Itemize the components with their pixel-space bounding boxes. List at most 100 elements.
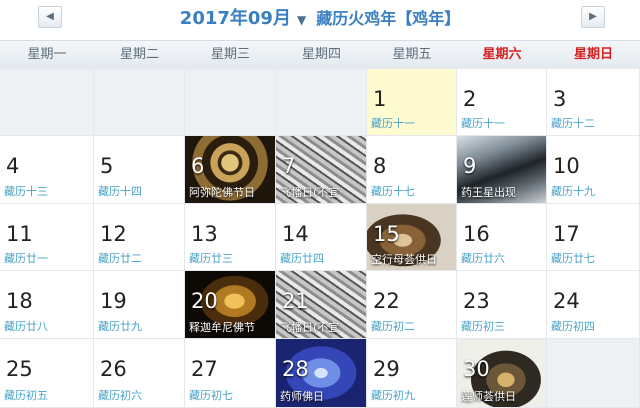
day-number: 12 bbox=[100, 222, 127, 246]
weekday-label: 星期五 bbox=[392, 47, 432, 62]
tibetan-date-label: 藏历廿一 bbox=[4, 252, 48, 265]
empty-day-cell bbox=[547, 339, 640, 408]
festival-day-cell[interactable]: 7 飞幡日(不宜 bbox=[276, 136, 367, 204]
day-cell[interactable]: 16 藏历廿六 bbox=[457, 204, 547, 271]
festival-label: 莲师荟供日 bbox=[461, 390, 516, 403]
festival-label: 释迦牟尼佛节 bbox=[189, 321, 255, 334]
empty-day-cell bbox=[276, 69, 367, 136]
weekday-header-row: 星期一 星期二 星期三 星期四 星期五 星期六 星期日 bbox=[0, 40, 640, 70]
day-number: 20 bbox=[191, 289, 218, 313]
day-number: 3 bbox=[553, 87, 567, 111]
weekday-label: 星期二 bbox=[119, 47, 159, 62]
tibetan-date-label: 藏历十九 bbox=[551, 185, 595, 198]
lunar-year-label: 藏历火鸡年【鸡年】 bbox=[316, 9, 461, 28]
day-cell[interactable]: 2 藏历十一 bbox=[457, 69, 547, 136]
day-number: 1 bbox=[373, 87, 387, 111]
next-month-button[interactable]: ▶ bbox=[581, 6, 605, 28]
day-cell[interactable]: 25 藏历初五 bbox=[0, 339, 94, 408]
day-number: 4 bbox=[6, 154, 20, 178]
tibetan-date-label: 藏历初四 bbox=[551, 320, 595, 333]
day-number: 10 bbox=[553, 154, 580, 178]
empty-day-cell bbox=[185, 69, 276, 136]
day-number: 25 bbox=[6, 357, 33, 381]
day-cell[interactable]: 12 藏历廿二 bbox=[94, 204, 185, 271]
day-number: 23 bbox=[463, 289, 490, 313]
day-cell[interactable]: 11 藏历廿一 bbox=[0, 204, 94, 271]
day-number: 27 bbox=[191, 357, 218, 381]
day-number: 29 bbox=[373, 357, 400, 381]
day-cell[interactable]: 17 藏历廿七 bbox=[547, 204, 640, 271]
festival-day-cell[interactable]: 21 飞幡日(不宜 bbox=[276, 271, 367, 339]
day-cell[interactable]: 13 藏历廿三 bbox=[185, 204, 276, 271]
month-selector[interactable]: 2017年09月 bbox=[180, 8, 291, 29]
empty-day-cell bbox=[0, 69, 94, 136]
empty-day-cell bbox=[94, 69, 185, 136]
tibetan-date-label: 藏历初九 bbox=[371, 389, 415, 402]
day-number: 16 bbox=[463, 222, 490, 246]
tibetan-date-label: 藏历廿九 bbox=[98, 320, 142, 333]
arrow-right-icon: ▶ bbox=[589, 11, 597, 22]
festival-day-cell[interactable]: 28 药师佛日 bbox=[276, 339, 367, 408]
festival-day-cell[interactable]: 6 阿弥陀佛节日 bbox=[185, 136, 276, 204]
day-cell[interactable]: 29 藏历初九 bbox=[367, 339, 457, 408]
day-cell[interactable]: 19 藏历廿九 bbox=[94, 271, 185, 339]
festival-label: 药王星出现 bbox=[461, 186, 516, 199]
calendar-grid: 1 藏历十一 2 藏历十一 3 藏历十二 4 藏历十三 5 藏历十四 6 阿弥陀佛节日 7 飞幡日(不宜 8… bbox=[0, 69, 640, 408]
festival-label: 药师佛日 bbox=[280, 390, 324, 403]
tibetan-date-label: 藏历廿八 bbox=[4, 320, 48, 333]
day-cell[interactable]: 24 藏历初四 bbox=[547, 271, 640, 339]
day-cell[interactable]: 18 藏历廿八 bbox=[0, 271, 94, 339]
weekday-label: 星期三 bbox=[210, 47, 250, 62]
tibetan-date-label: 藏历十二 bbox=[551, 117, 595, 130]
day-cell[interactable]: 5 藏历十四 bbox=[94, 136, 185, 204]
tibetan-date-label: 藏历十七 bbox=[371, 185, 415, 198]
weekday-label: 星期一 bbox=[27, 47, 67, 62]
day-cell[interactable]: 14 藏历廿四 bbox=[276, 204, 367, 271]
tibetan-date-label: 藏历十一 bbox=[371, 117, 415, 130]
tibetan-date-label: 藏历初二 bbox=[371, 320, 415, 333]
today-cell[interactable]: 1 藏历十一 bbox=[367, 69, 457, 136]
tibetan-date-label: 藏历廿三 bbox=[189, 252, 233, 265]
day-number: 18 bbox=[6, 289, 33, 313]
tibetan-date-label: 藏历初七 bbox=[189, 389, 233, 402]
festival-day-cell[interactable]: 15 空行母荟供日 bbox=[367, 204, 457, 271]
tibetan-date-label: 藏历十三 bbox=[4, 185, 48, 198]
weekday-label: 星期六 bbox=[482, 47, 522, 62]
day-number: 15 bbox=[373, 222, 400, 246]
day-number: 9 bbox=[463, 154, 477, 178]
calendar-title: 2017年09月 ▼ 藏历火鸡年【鸡年】 bbox=[0, 4, 640, 30]
day-number: 5 bbox=[100, 154, 114, 178]
day-number: 21 bbox=[282, 289, 309, 313]
tibetan-date-label: 藏历廿七 bbox=[551, 252, 595, 265]
day-cell[interactable]: 22 藏历初二 bbox=[367, 271, 457, 339]
festival-label: 空行母荟供日 bbox=[371, 253, 437, 266]
day-cell[interactable]: 26 藏历初六 bbox=[94, 339, 185, 408]
festival-label: 飞幡日(不宜 bbox=[280, 186, 340, 199]
tibetan-date-label: 藏历十一 bbox=[461, 117, 505, 130]
tibetan-date-label: 藏历初六 bbox=[98, 389, 142, 402]
day-number: 28 bbox=[282, 357, 309, 381]
weekday-label: 星期日 bbox=[573, 47, 613, 62]
day-cell[interactable]: 3 藏历十二 bbox=[547, 69, 640, 136]
festival-day-cell[interactable]: 20 释迦牟尼佛节 bbox=[185, 271, 276, 339]
dropdown-arrow-icon[interactable]: ▼ bbox=[297, 13, 306, 27]
day-cell[interactable]: 23 藏历初三 bbox=[457, 271, 547, 339]
day-number: 30 bbox=[463, 357, 490, 381]
tibetan-date-label: 藏历初五 bbox=[4, 389, 48, 402]
day-number: 24 bbox=[553, 289, 580, 313]
festival-label: 飞幡日(不宜 bbox=[280, 321, 340, 334]
festival-day-cell[interactable]: 9 药王星出现 bbox=[457, 136, 547, 204]
day-cell[interactable]: 27 藏历初七 bbox=[185, 339, 276, 408]
weekday-label: 星期四 bbox=[301, 47, 341, 62]
tibetan-date-label: 藏历十四 bbox=[98, 185, 142, 198]
day-cell[interactable]: 8 藏历十七 bbox=[367, 136, 457, 204]
tibetan-date-label: 藏历廿四 bbox=[280, 252, 324, 265]
day-number: 11 bbox=[6, 222, 33, 246]
day-cell[interactable]: 10 藏历十九 bbox=[547, 136, 640, 204]
tibetan-date-label: 藏历廿六 bbox=[461, 252, 505, 265]
day-number: 26 bbox=[100, 357, 127, 381]
day-cell[interactable]: 4 藏历十三 bbox=[0, 136, 94, 204]
tibetan-date-label: 藏历廿二 bbox=[98, 252, 142, 265]
day-number: 6 bbox=[191, 154, 205, 178]
festival-day-cell[interactable]: 30 莲师荟供日 bbox=[457, 339, 547, 408]
